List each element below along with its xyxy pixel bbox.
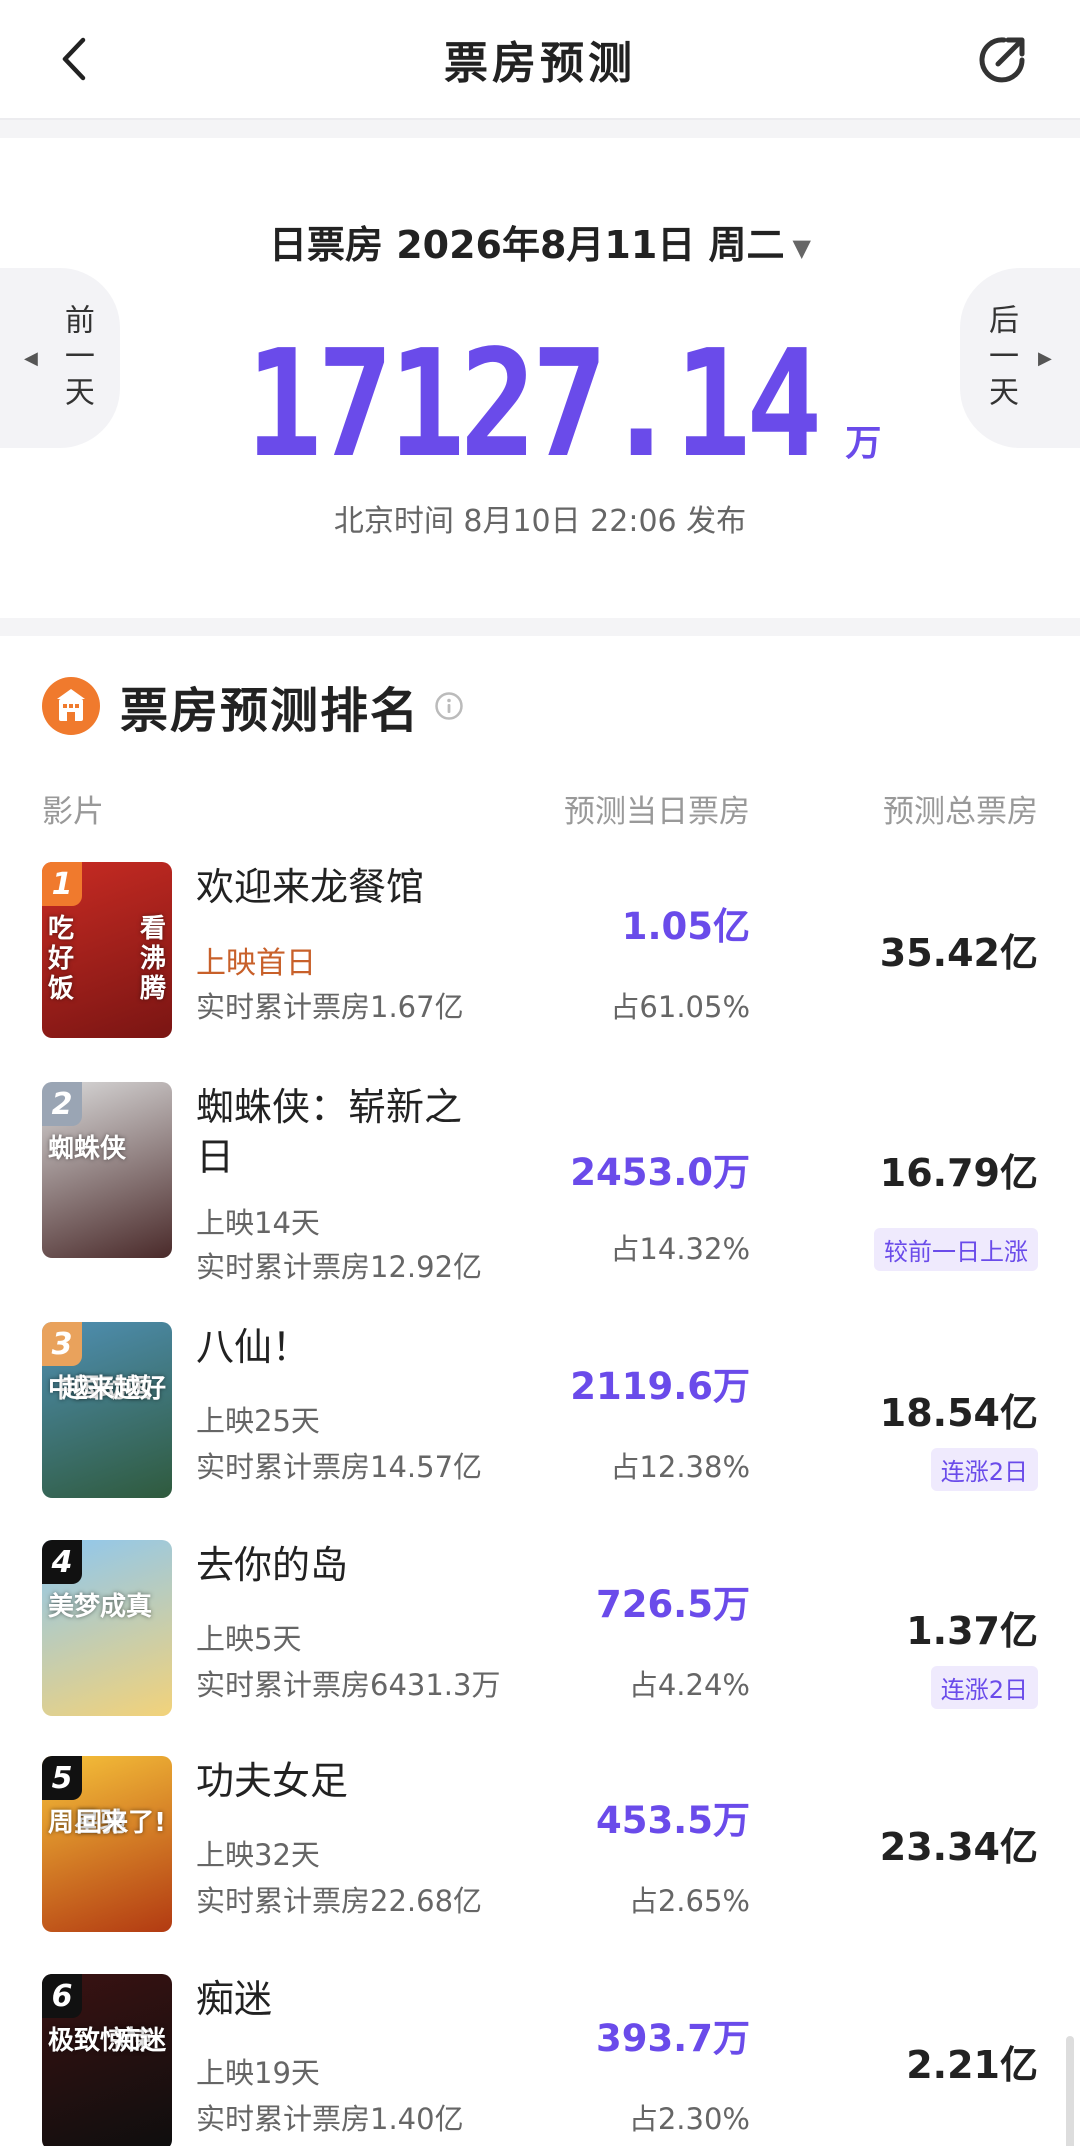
page-title: 票房预测 — [444, 38, 636, 89]
cumulative-box-office: 实时累计票房22.68亿 — [196, 1884, 483, 1918]
predicted-daily-box-office: 726.5万 — [595, 1583, 750, 1626]
daily-share: 占2.65% — [628, 1884, 750, 1918]
rank-badge: 1 — [42, 862, 82, 906]
date-label: 日票房 2026年8月11日 周二 — [268, 223, 785, 267]
predicted-total-box-office: 23.34亿 — [879, 1825, 1038, 1869]
movie-poster[interactable]: 中国动画 越来越好 3 — [42, 1322, 172, 1498]
predicted-daily-box-office: 393.7万 — [595, 2017, 750, 2060]
predicted-total-box-office: 35.42亿 — [879, 931, 1038, 975]
rank-badge: 5 — [42, 1756, 82, 1800]
daily-box-office-summary: 日票房 2026年8月11日 周二 ▼ ◀ 前一天 后一天 ▶ 17127.14 万… — [0, 138, 1080, 618]
predicted-total-box-office: 16.79亿 — [879, 1151, 1038, 1195]
daily-share: 占4.24% — [628, 1668, 750, 1702]
predicted-total-box-office: 18.54亿 — [879, 1391, 1038, 1435]
predicted-daily-box-office: 2453.0万 — [570, 1151, 750, 1194]
scrollbar[interactable] — [1066, 2036, 1074, 2146]
release-status: 上映25天 — [196, 1404, 320, 1438]
poster-text: 回来了! — [76, 1808, 166, 1838]
rank-badge: 3 — [42, 1322, 82, 1366]
total-unit: 万 — [845, 423, 882, 464]
total-value: 17127.14 — [245, 318, 822, 490]
release-status: 上映19天 — [196, 2056, 320, 2090]
poster-text: 吃好饭 — [48, 914, 75, 1004]
poster-text: 美梦成真 — [48, 1592, 153, 1622]
movie-title[interactable]: 八仙！ — [196, 1322, 486, 1372]
column-header-film: 影片 — [42, 794, 104, 830]
movie-poster[interactable]: 周星驰 回来了! 5 — [42, 1756, 172, 1932]
cinema-icon — [42, 677, 100, 735]
release-status: 上映首日 — [196, 946, 316, 981]
predicted-total-box-office: 1.37亿 — [906, 1609, 1038, 1653]
poster-text: 看沸腾 — [139, 914, 166, 1004]
caret-down-icon: ▼ — [792, 233, 811, 262]
poster-text: 越来越好 — [61, 1374, 166, 1404]
ranking-section: 票房预测排名 影片 预测当日票房 预测总票房 吃好饭 看沸腾 1 欢迎来龙餐馆 … — [0, 636, 1080, 2146]
movie-poster[interactable]: 吃好饭 看沸腾 1 — [42, 862, 172, 1038]
trend-badge: 较前一日上涨 — [874, 1228, 1038, 1271]
release-status: 上映32天 — [196, 1838, 320, 1872]
cumulative-box-office: 实时累计票房1.67亿 — [196, 990, 464, 1024]
total-box-office: 17127.14 万 — [0, 318, 1080, 490]
release-status: 上映5天 — [196, 1622, 302, 1656]
predicted-total-box-office: 2.21亿 — [906, 2043, 1038, 2087]
predicted-daily-box-office: 1.05亿 — [621, 905, 750, 948]
release-status: 上映14天 — [196, 1206, 320, 1240]
predicted-daily-box-office: 453.5万 — [595, 1799, 750, 1842]
movie-poster[interactable]: 美梦成真 4 — [42, 1540, 172, 1716]
top-bar: 票房预测 — [0, 0, 1080, 120]
poster-text: 蜘蛛侠 — [48, 1134, 127, 1164]
movie-title[interactable]: 蜘蛛侠：崭新之日 — [196, 1082, 486, 1182]
movie-poster[interactable]: 极致惊悚 痴迷 6 — [42, 1974, 172, 2146]
movie-poster[interactable]: 蜘蛛侠 2 — [42, 1082, 172, 1258]
rank-badge: 4 — [42, 1540, 82, 1584]
poster-text: 痴迷 — [113, 2026, 166, 2056]
rank-badge: 6 — [42, 1974, 82, 2018]
page: 票房预测 日票房 2026年8月11日 周二 ▼ ◀ 前一天 后一天 ▶ 1712… — [0, 0, 1080, 2146]
ranking-title: 票房预测排名 — [120, 683, 421, 739]
info-icon[interactable] — [434, 691, 464, 721]
rank-badge: 2 — [42, 1082, 82, 1126]
daily-share: 占2.30% — [628, 2102, 750, 2136]
back-button[interactable] — [40, 24, 110, 94]
movie-title[interactable]: 痴迷 — [196, 1974, 486, 2024]
cumulative-box-office: 实时累计票房1.40亿 — [196, 2102, 464, 2136]
column-header-total: 预测总票房 — [883, 794, 1038, 830]
share-icon — [979, 37, 1025, 83]
column-header-daily: 预测当日票房 — [564, 794, 750, 830]
movie-title[interactable]: 去你的岛 — [196, 1540, 486, 1590]
daily-share: 占12.38% — [610, 1450, 750, 1484]
publish-time: 北京时间 8月10日 22:06 发布 — [333, 504, 747, 539]
trend-badge: 连涨2日 — [930, 1666, 1038, 1709]
cumulative-box-office: 实时累计票房12.92亿 — [196, 1250, 483, 1284]
date-selector[interactable]: 日票房 2026年8月11日 周二 ▼ — [0, 214, 1080, 269]
chevron-left-icon — [62, 37, 86, 81]
predicted-daily-box-office: 2119.6万 — [570, 1365, 750, 1408]
daily-share: 占14.32% — [610, 1232, 750, 1266]
share-button[interactable] — [966, 22, 1040, 96]
ranking-header: 票房预测排名 — [42, 676, 464, 739]
daily-share: 占61.05% — [610, 990, 750, 1024]
trend-badge: 连涨2日 — [930, 1448, 1038, 1491]
cumulative-box-office: 实时累计票房14.57亿 — [196, 1450, 483, 1484]
movie-title[interactable]: 欢迎来龙餐馆 — [196, 862, 486, 912]
cumulative-box-office: 实时累计票房6431.3万 — [196, 1668, 501, 1702]
movie-title[interactable]: 功夫女足 — [196, 1756, 486, 1806]
